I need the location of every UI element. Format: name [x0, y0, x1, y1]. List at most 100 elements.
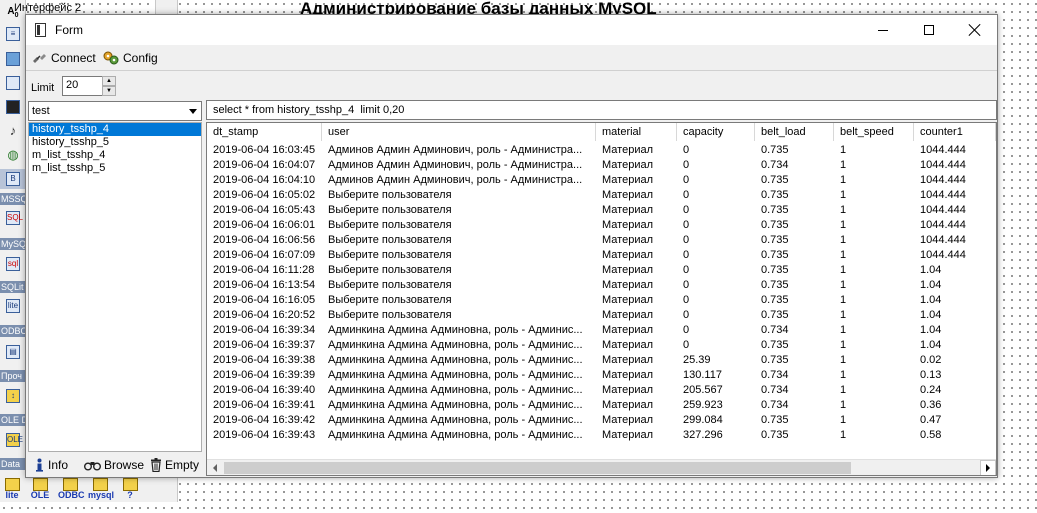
table-row[interactable]: 2019-06-04 16:39:43 Админкина Админа Адми…: [207, 428, 996, 443]
config-label: Config: [123, 51, 158, 65]
results-grid[interactable]: dt_stamp user material capacity belt_load bel…: [206, 122, 997, 476]
table-cell: 25.39: [683, 354, 711, 366]
connect-button[interactable]: Connect: [32, 49, 96, 67]
table-cell: Материал: [602, 159, 653, 171]
table-list-item[interactable]: history_tsshp_5: [29, 136, 201, 149]
table-row[interactable]: 2019-06-04 16:06:56 Выберите пользователя…: [207, 233, 996, 248]
palette-monitor-icon[interactable]: [0, 97, 25, 117]
table-actions: Info Browse Empty: [28, 455, 202, 477]
column-header[interactable]: belt_speed: [834, 123, 914, 141]
palette-image-icon[interactable]: [0, 49, 25, 69]
table-cell: 0.734: [761, 384, 789, 396]
table-cell: 1: [840, 399, 847, 411]
scrollbar-thumb[interactable]: [224, 462, 851, 474]
table-row[interactable]: 2019-06-04 16:13:54 Выберите пользователя…: [207, 278, 996, 293]
table-row[interactable]: 2019-06-04 16:03:45 Админов Админ Админов…: [207, 143, 996, 158]
table-row[interactable]: 2019-06-04 16:39:40 Админкина Админа Адми…: [207, 383, 996, 398]
spinner-up-icon[interactable]: ▲: [102, 76, 116, 86]
table-list-item[interactable]: m_list_tsshp_4: [29, 149, 201, 162]
empty-label: Empty: [165, 458, 200, 472]
table-row[interactable]: 2019-06-04 16:11:28 Выберите пользователя…: [207, 263, 996, 278]
limit-spinner[interactable]: ▲ ▼: [102, 76, 116, 96]
table-cell: 2019-06-04 16:07:09: [213, 249, 316, 261]
table-list-item[interactable]: history_tsshp_4: [29, 123, 201, 136]
table-cell: 1: [840, 279, 847, 291]
column-header[interactable]: user: [322, 123, 596, 141]
column-header[interactable]: counter1: [914, 123, 996, 141]
palette-mysql-db-icon[interactable]: mysql: [88, 477, 114, 500]
close-button[interactable]: [952, 15, 998, 45]
table-cell: 2019-06-04 16:16:05: [213, 294, 316, 306]
minimize-button[interactable]: [860, 15, 906, 45]
palette-form-icon[interactable]: ≡: [0, 24, 25, 44]
title-bar[interactable]: Form: [26, 15, 997, 45]
palette-other-icon[interactable]: ↕: [0, 386, 25, 406]
column-header[interactable]: material: [596, 123, 677, 141]
scroll-right-icon[interactable]: [980, 460, 996, 475]
empty-button[interactable]: Empty: [150, 458, 199, 472]
sql-query-input[interactable]: select * from history_tsshp_4 limit 0,20: [206, 100, 997, 120]
table-row[interactable]: 2019-06-04 16:20:52 Выберите пользователя…: [207, 308, 996, 323]
table-cell: 0: [683, 189, 690, 201]
palette-ole-icon[interactable]: OLE: [0, 430, 25, 450]
table-row[interactable]: 2019-06-04 16:39:39 Админкина Админа Адми…: [207, 368, 996, 383]
table-row[interactable]: 2019-06-04 16:06:01 Выберите пользователя…: [207, 218, 996, 233]
palette-ole-db-icon[interactable]: OLE: [28, 477, 52, 500]
table-cell: 0.734: [761, 369, 789, 381]
palette-db-icon[interactable]: B: [0, 169, 25, 189]
table-cell: Материал: [602, 249, 653, 261]
chevron-down-icon[interactable]: [185, 102, 201, 120]
palette-mysql-icon[interactable]: sql: [0, 254, 25, 274]
table-cell: 1: [840, 204, 847, 216]
column-header[interactable]: capacity: [677, 123, 755, 141]
palette-odbc-icon[interactable]: ▤: [0, 342, 25, 362]
close-icon: [969, 24, 981, 36]
palette-lite-icon[interactable]: lite: [0, 477, 24, 500]
table-row[interactable]: 2019-06-04 16:39:34 Админкина Админа Адми…: [207, 323, 996, 338]
table-cell: 1: [840, 219, 847, 231]
palette-help-icon[interactable]: ?: [118, 477, 142, 500]
table-cell: Материал: [602, 339, 653, 351]
table-list-item[interactable]: m_list_tsshp_5: [29, 162, 201, 175]
table-cell: 0.47: [920, 414, 942, 426]
scroll-left-icon[interactable]: [207, 460, 223, 475]
table-row[interactable]: 2019-06-04 16:16:05 Выберите пользователя…: [207, 293, 996, 308]
horizontal-scrollbar[interactable]: [207, 459, 996, 475]
palette-odbc-db-icon[interactable]: ODBC: [58, 477, 85, 500]
palette-sqlite-icon[interactable]: lite: [0, 296, 25, 316]
column-header[interactable]: dt_stamp: [207, 123, 322, 141]
spinner-down-icon[interactable]: ▼: [102, 86, 116, 96]
table-row[interactable]: 2019-06-04 16:39:42 Админкина Админа Адми…: [207, 413, 996, 428]
column-header[interactable]: belt_load: [755, 123, 834, 141]
binoculars-icon: [84, 462, 101, 471]
table-cell: Админкина Админа Админовна, роль - Админ…: [328, 354, 583, 366]
palette-globe-icon[interactable]: ◍: [0, 145, 25, 165]
table-cell: Материал: [602, 279, 653, 291]
table-row[interactable]: 2019-06-04 16:04:10 Админов Админ Админов…: [207, 173, 996, 188]
table-row[interactable]: 2019-06-04 16:39:37 Админкина Админа Адми…: [207, 338, 996, 353]
table-row[interactable]: 2019-06-04 16:39:41 Админкина Админа Адми…: [207, 398, 996, 413]
table-cell: 0.24: [920, 384, 942, 396]
database-select[interactable]: test: [28, 101, 202, 121]
table-row[interactable]: 2019-06-04 16:05:43 Выберите пользователя…: [207, 203, 996, 218]
table-cell: 0.13: [920, 369, 942, 381]
browse-button[interactable]: Browse: [84, 458, 144, 472]
maximize-button[interactable]: [906, 15, 952, 45]
toolbar: Connect Config: [26, 45, 997, 71]
table-list[interactable]: history_tsshp_4 history_tsshp_5 m_list_tss…: [28, 122, 202, 452]
table-row[interactable]: 2019-06-04 16:04:07 Админов Админ Админов…: [207, 158, 996, 173]
palette-panel-icon[interactable]: [0, 73, 25, 93]
table-row[interactable]: 2019-06-04 16:05:02 Выберите пользователя…: [207, 188, 996, 203]
palette-mssql-icon[interactable]: SQL: [0, 208, 25, 228]
table-row[interactable]: 2019-06-04 16:39:38 Админкина Админа Адми…: [207, 353, 996, 368]
info-button[interactable]: Info: [34, 458, 68, 472]
palette-music-icon[interactable]: ♪: [0, 120, 25, 140]
config-button[interactable]: Config: [103, 49, 158, 67]
limit-input[interactable]: 20: [62, 76, 104, 96]
table-cell: 1044.444: [920, 174, 966, 186]
table-cell: Материал: [602, 189, 653, 201]
background-ide-tab[interactable]: Интерфейс 2: [14, 2, 81, 14]
table-cell: Выберите пользователя: [328, 294, 452, 306]
table-cell: 1044.444: [920, 159, 966, 171]
table-row[interactable]: 2019-06-04 16:07:09 Выберите пользователя…: [207, 248, 996, 263]
